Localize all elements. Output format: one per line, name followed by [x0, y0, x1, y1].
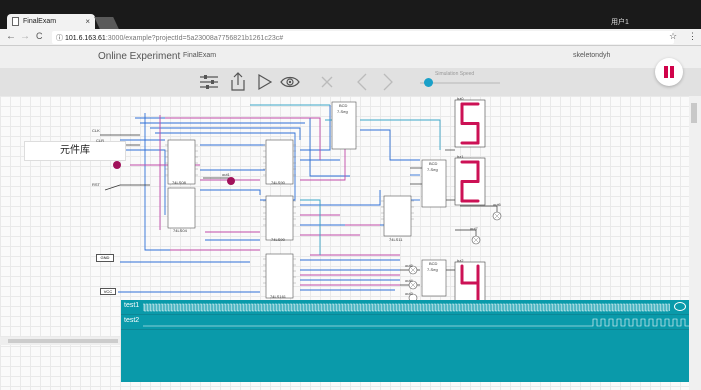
horizontal-scroll-thumb[interactable]: [8, 339, 118, 343]
waveform-panel[interactable]: test1 test2: [121, 300, 689, 382]
url-path: :3000/example?projectId=5a23008a7756821b…: [105, 35, 284, 42]
vertical-scroll-thumb[interactable]: [691, 103, 697, 123]
url-host: 101.6.163.61: [64, 35, 106, 42]
speed-label: Simulation Speed: [435, 71, 475, 77]
tab-close-icon[interactable]: ×: [85, 17, 90, 26]
play-icon[interactable]: [254, 72, 274, 92]
waveform-trace-2: [143, 318, 689, 327]
app-header: Online Experiment FinalExam skeletondyh: [0, 46, 701, 68]
digit-label-1: hz0: [457, 96, 464, 101]
pause-bar-left: [664, 66, 668, 78]
new-tab-button[interactable]: [94, 17, 119, 29]
undo-icon[interactable]: [353, 72, 373, 92]
redo-icon[interactable]: [377, 72, 397, 92]
seg1-label: 7-Seg: [337, 109, 348, 114]
led-label-4: out4: [405, 278, 413, 283]
bcd1-label: BCD: [339, 103, 348, 108]
chip-74ls90b-label: 74LS90: [271, 237, 285, 242]
waveform-row: test2: [121, 315, 689, 330]
led-label-2: out7: [470, 226, 478, 231]
browser-menu-icon[interactable]: ⋮: [688, 31, 697, 42]
username[interactable]: skeletondyh: [573, 52, 610, 59]
vcc-block[interactable]: VCC: [100, 288, 116, 295]
out1-label: out1: [222, 172, 230, 177]
exam-name: FinalExam: [183, 52, 217, 59]
chip-74ls161-label: 74LS161: [270, 294, 287, 299]
close-icon[interactable]: [317, 72, 337, 92]
waveform-trace-1: [143, 303, 670, 312]
gnd-block[interactable]: GND: [96, 254, 114, 262]
seg3-label: 7-Seg: [427, 267, 438, 272]
export-icon[interactable]: [228, 72, 248, 92]
pause-bar-right: [670, 66, 674, 78]
chip-74ls11-label: 74LS11: [389, 237, 403, 242]
toolbar: Simulation Speed: [0, 68, 701, 96]
bcd2-label: BCD: [429, 161, 438, 166]
waveform-row: test1: [121, 300, 689, 315]
url-field[interactable]: ⓘ 101.6.163.61:3000/example?projectId=5a…: [52, 31, 674, 44]
info-icon: ⓘ: [56, 35, 63, 42]
pause-button[interactable]: [655, 58, 683, 86]
led-label-3: out5: [405, 263, 413, 268]
waveform-name: test1: [124, 302, 140, 309]
app-window: FinalExam × 用户1 ← → C ⓘ 101.6.163.61:300…: [0, 0, 701, 390]
digit-label-3: hz2: [457, 258, 464, 263]
clk-label: CLK: [92, 128, 100, 133]
digit-label-2: hz1: [457, 154, 464, 159]
address-bar: ← → C ⓘ 101.6.163.61:3000/example?projec…: [0, 29, 701, 46]
switch-dot[interactable]: [227, 177, 235, 185]
led-label-5: out3: [405, 291, 413, 296]
vertical-scrollbar[interactable]: [689, 96, 701, 390]
chip-74ls08-label: 74LS08: [172, 180, 186, 185]
clr-label: CLR: [96, 138, 105, 143]
led-label-1: out6: [493, 202, 501, 207]
tab-title: FinalExam: [23, 18, 57, 25]
bookmark-star-icon[interactable]: ☆: [669, 31, 677, 42]
eye-icon[interactable]: [674, 302, 686, 311]
bcd3-label: BCD: [429, 261, 438, 266]
rst-label: RST: [92, 182, 100, 187]
document-icon: [12, 17, 19, 26]
chip-74ls90-label: 74LS90: [271, 180, 285, 185]
clock-source-dot[interactable]: [113, 161, 121, 169]
browser-titlebar: FinalExam × 用户1: [0, 0, 701, 29]
component-library-button[interactable]: 元件库: [24, 141, 126, 161]
chip-74ls04-label: 74LS04: [173, 228, 187, 233]
forward-icon[interactable]: →: [20, 31, 30, 42]
eye-icon[interactable]: [280, 72, 300, 92]
reload-icon[interactable]: C: [36, 31, 43, 41]
back-icon[interactable]: ←: [6, 31, 16, 42]
seg2-label: 7-Seg: [427, 167, 438, 172]
waveform-name: test2: [124, 317, 140, 324]
app-title[interactable]: Online Experiment: [98, 51, 180, 62]
browser-user-label[interactable]: 用户1: [611, 17, 629, 27]
browser-tab[interactable]: FinalExam ×: [7, 14, 95, 29]
speed-slider-thumb[interactable]: [423, 78, 433, 87]
settings-sliders-icon[interactable]: [199, 72, 219, 92]
